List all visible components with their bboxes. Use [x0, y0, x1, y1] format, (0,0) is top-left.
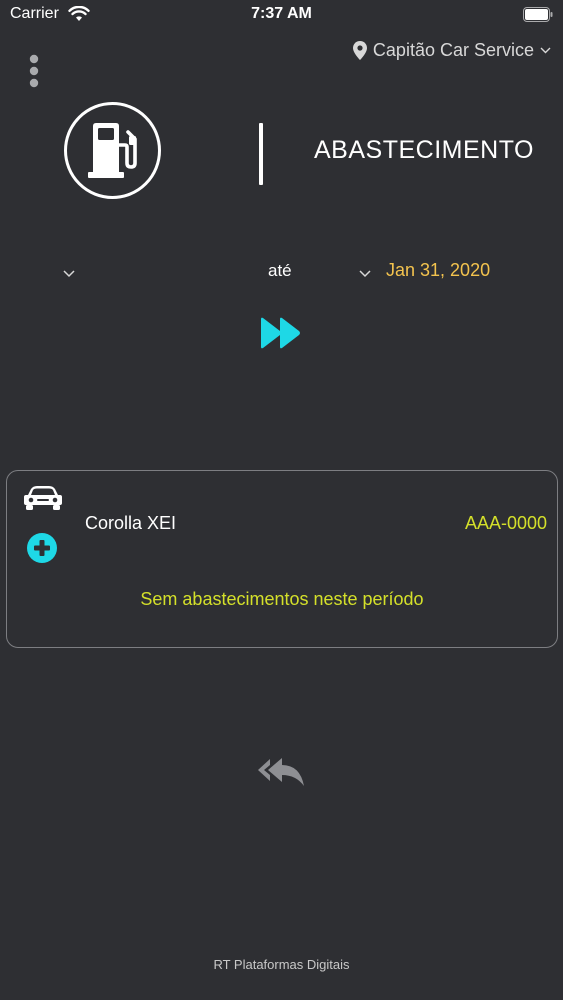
chevron-down-icon — [540, 47, 551, 53]
end-date-chevron-icon[interactable] — [359, 270, 371, 278]
date-range: até Jan 31, 2020 — [0, 258, 563, 288]
vehicle-plate: AAA-0000 — [464, 513, 547, 533]
end-date-picker[interactable]: Jan 31, 2020 — [386, 260, 490, 281]
page-title: ABASTECIMENTO — [314, 136, 534, 164]
fuel-pump-icon — [87, 122, 137, 178]
fuel-badge — [64, 102, 161, 199]
start-date-chevron-icon[interactable] — [63, 270, 75, 278]
plus-circle-icon[interactable] — [27, 533, 57, 563]
status-bar: Carrier 7:37 AM — [0, 0, 563, 30]
fast-forward-icon[interactable] — [258, 316, 304, 350]
footer-credit: RT Plataformas Digitais — [213, 957, 350, 972]
location-name: Capitão Car Service — [372, 39, 534, 60]
car-icon — [24, 486, 62, 510]
reply-all-icon[interactable] — [256, 756, 308, 796]
until-label: até — [268, 261, 292, 280]
vertical-dots-icon[interactable] — [26, 54, 42, 88]
battery-icon — [523, 7, 553, 22]
header-divider — [259, 123, 263, 185]
empty-state-message: Sem abastecimentos neste período — [140, 589, 424, 609]
vehicle-card: Corolla XEI AAA-0000 Sem abastecimentos … — [6, 470, 558, 648]
clock: 7:37 AM — [251, 5, 312, 22]
vehicle-name: Corolla XEI — [85, 513, 177, 533]
location-selector[interactable]: Capitão Car Service — [352, 38, 551, 62]
location-pin-icon — [352, 40, 367, 60]
